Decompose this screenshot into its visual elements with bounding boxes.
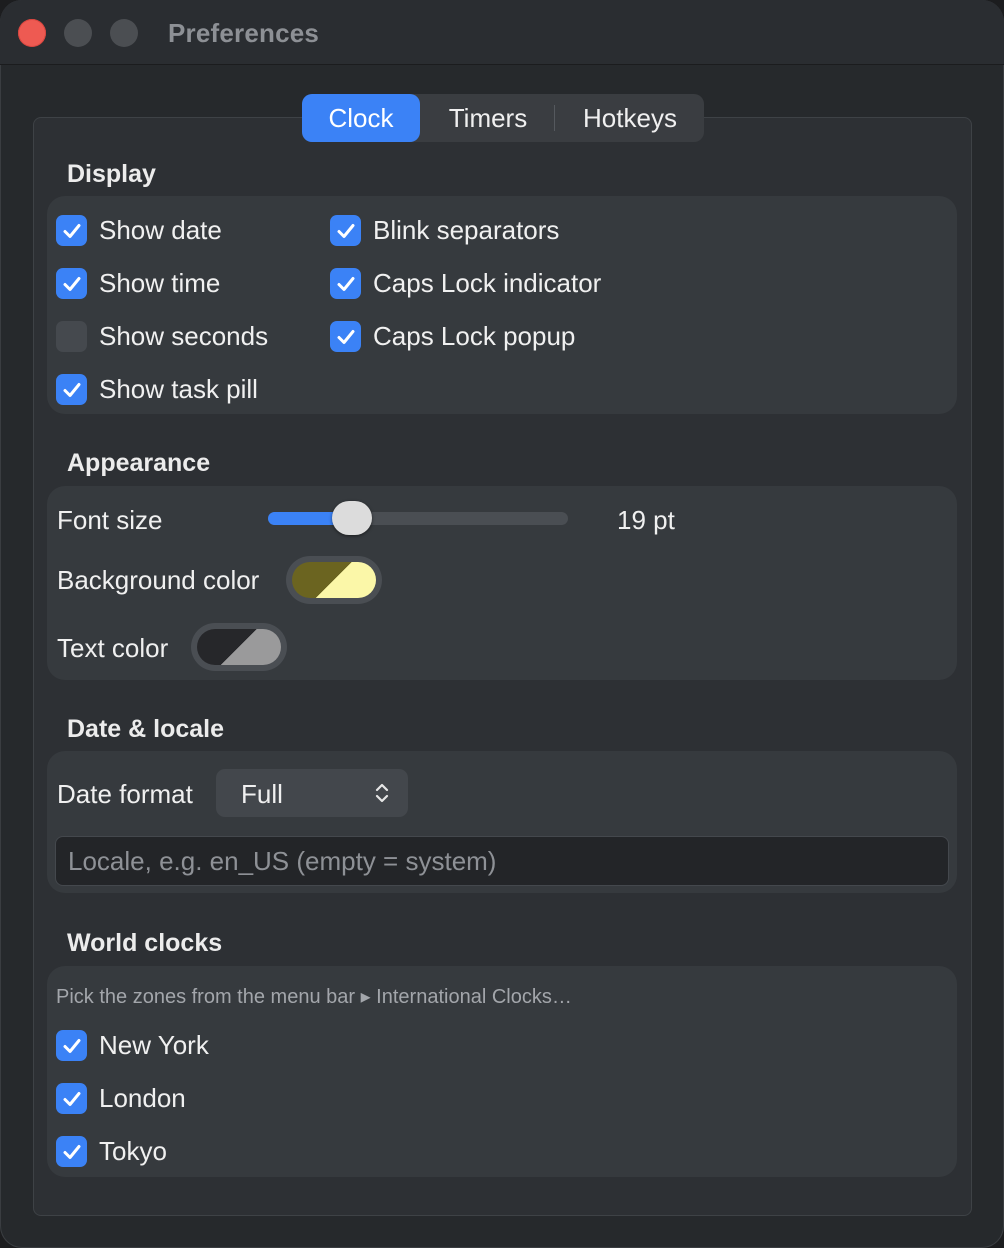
show-date-label: Show date: [99, 215, 222, 245]
show-date-checkbox[interactable]: Show date: [56, 215, 222, 246]
checkbox-checked-icon[interactable]: [56, 1030, 87, 1061]
checkbox-checked-icon[interactable]: [56, 374, 87, 405]
show-task-pill-checkbox[interactable]: Show task pill: [56, 374, 258, 405]
font-size-slider-knob[interactable]: [332, 501, 372, 535]
tab-bar: Clock Timers Hotkeys: [302, 94, 704, 142]
background-color-swatch[interactable]: [292, 562, 376, 598]
caps-lock-popup-label: Caps Lock popup: [373, 321, 576, 351]
checkbox-checked-icon[interactable]: [330, 321, 361, 352]
blink-separators-label: Blink separators: [373, 215, 560, 245]
minimize-window-button[interactable]: [64, 19, 92, 47]
tab-divider: [554, 105, 555, 131]
checkbox-checked-icon[interactable]: [56, 1136, 87, 1167]
background-color-well[interactable]: [286, 556, 382, 604]
close-window-button[interactable]: [18, 19, 46, 47]
date-format-label: Date format: [57, 779, 193, 809]
world-clock-tokyo-label: Tokyo: [99, 1136, 167, 1166]
chevron-up-down-icon: [375, 783, 389, 803]
checkbox-checked-icon[interactable]: [56, 215, 87, 246]
world-clock-london-checkbox[interactable]: London: [56, 1083, 186, 1114]
display-section-title: Display: [67, 160, 156, 188]
checkbox-unchecked-icon[interactable]: [56, 321, 87, 352]
title-bar: Preferences: [0, 0, 1004, 65]
show-seconds-checkbox[interactable]: Show seconds: [56, 321, 268, 352]
world-clock-new-york-checkbox[interactable]: New York: [56, 1030, 209, 1061]
checkbox-checked-icon[interactable]: [56, 1083, 87, 1114]
text-color-label: Text color: [57, 633, 169, 663]
date-format-select[interactable]: Full: [216, 769, 408, 817]
caps-lock-popup-checkbox[interactable]: Caps Lock popup: [330, 321, 575, 352]
caps-lock-indicator-label: Caps Lock indicator: [373, 268, 602, 298]
world-clocks-hint: Pick the zones from the menu bar ▸ Inter…: [56, 986, 572, 1008]
show-time-checkbox[interactable]: Show time: [56, 268, 220, 299]
checkbox-checked-icon[interactable]: [56, 268, 87, 299]
window-title: Preferences: [168, 18, 320, 48]
tab-timers[interactable]: Timers: [420, 94, 556, 142]
appearance-section-title: Appearance: [67, 449, 211, 477]
tab-clock[interactable]: Clock: [302, 94, 420, 142]
zoom-window-button[interactable]: [110, 19, 138, 47]
world-clock-tokyo-checkbox[interactable]: Tokyo: [56, 1136, 167, 1167]
show-seconds-label: Show seconds: [99, 321, 269, 351]
world-clocks-section-title: World clocks: [67, 929, 223, 957]
checkbox-checked-icon[interactable]: [330, 268, 361, 299]
preferences-window: Preferences Clock Timers Hotkeys Display…: [0, 0, 1004, 1248]
tab-hotkeys[interactable]: Hotkeys: [556, 94, 704, 142]
text-color-swatch[interactable]: [197, 629, 281, 665]
world-clock-new-york-label: New York: [99, 1030, 209, 1060]
locale-input[interactable]: [55, 836, 949, 886]
caps-lock-indicator-checkbox[interactable]: Caps Lock indicator: [330, 268, 601, 299]
text-color-well[interactable]: [191, 623, 287, 671]
font-size-label: Font size: [57, 505, 163, 535]
date-format-value: Full: [241, 779, 283, 809]
show-time-label: Show time: [99, 268, 221, 298]
font-size-value: 19 pt: [617, 505, 675, 535]
font-size-slider-track[interactable]: [268, 512, 568, 525]
show-task-pill-label: Show task pill: [99, 374, 258, 404]
date-locale-section-title: Date & locale: [67, 715, 225, 743]
checkbox-checked-icon[interactable]: [330, 215, 361, 246]
background-color-label: Background color: [57, 565, 260, 595]
world-clock-london-label: London: [99, 1083, 186, 1113]
blink-separators-checkbox[interactable]: Blink separators: [330, 215, 559, 246]
